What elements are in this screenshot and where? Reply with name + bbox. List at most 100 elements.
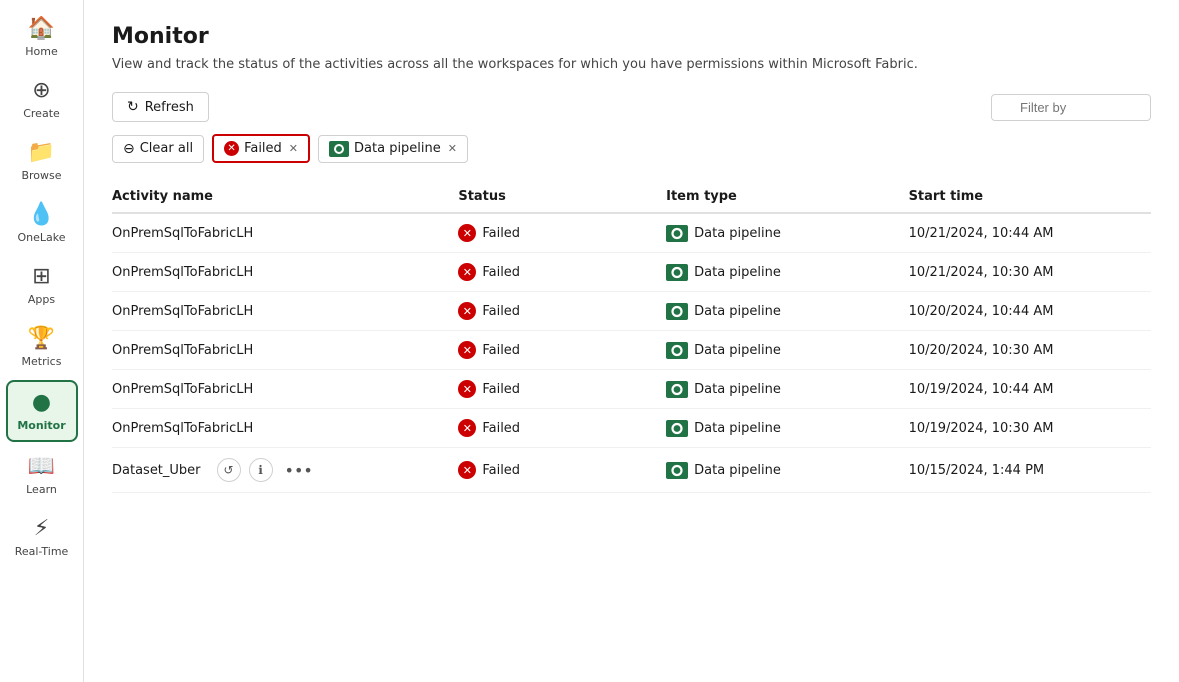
item-type-cell: Data pipeline [666, 225, 908, 242]
activity-name-cell: OnPremSqlToFabricLH [112, 265, 458, 280]
start-time: 10/19/2024, 10:30 AM [909, 421, 1151, 436]
status-cell: ✕ Failed [458, 302, 666, 320]
failed-filter-chip[interactable]: ✕ Failed ✕ [212, 134, 310, 163]
item-type-label: Data pipeline [694, 226, 781, 241]
create-icon: ⊕ [32, 78, 50, 103]
failed-chip-close[interactable]: ✕ [289, 142, 298, 155]
item-type-cell: Data pipeline [666, 303, 908, 320]
clear-all-chip[interactable]: ⊖ Clear all [112, 135, 204, 163]
activity-name: OnPremSqlToFabricLH [112, 343, 253, 358]
item-type-label: Data pipeline [694, 265, 781, 280]
sidebar-item-monitor[interactable]: ● Monitor [6, 380, 78, 442]
start-time: 10/19/2024, 10:44 AM [909, 382, 1151, 397]
clear-all-label: Clear all [140, 141, 193, 156]
filter-search-input[interactable] [991, 94, 1151, 121]
table-header: Activity name Status Item type Start tim… [112, 181, 1151, 214]
activity-name: Dataset_Uber [112, 463, 201, 478]
item-type-cell: Data pipeline [666, 342, 908, 359]
item-type-label: Data pipeline [694, 382, 781, 397]
row-rerun-button[interactable]: ↺ [217, 458, 241, 482]
sidebar-label-browse: Browse [21, 169, 61, 182]
activity-name-cell: Dataset_Uber ↺ ℹ ••• [112, 458, 458, 482]
refresh-label: Refresh [145, 100, 194, 115]
activity-name: OnPremSqlToFabricLH [112, 382, 253, 397]
status-failed-icon: ✕ [458, 380, 476, 398]
status-label: Failed [482, 343, 520, 358]
status-failed-icon: ✕ [458, 341, 476, 359]
data-pipeline-chip-icon [329, 141, 349, 157]
refresh-button[interactable]: ↻ Refresh [112, 92, 209, 122]
table-row: OnPremSqlToFabricLH ✕ Failed Data pipeli… [112, 331, 1151, 370]
row-more-button[interactable]: ••• [281, 459, 317, 482]
status-failed-icon: ✕ [458, 263, 476, 281]
item-type-label: Data pipeline [694, 304, 781, 319]
start-time: 10/21/2024, 10:44 AM [909, 226, 1151, 241]
filter-search-wrap: 🔍 [991, 94, 1151, 121]
sidebar-label-home: Home [25, 45, 57, 58]
start-time: 10/20/2024, 10:30 AM [909, 343, 1151, 358]
sidebar-item-metrics[interactable]: 🏆 Metrics [6, 318, 78, 376]
sidebar-item-home[interactable]: 🏠 Home [6, 8, 78, 66]
status-failed-icon: ✕ [458, 419, 476, 437]
status-failed-icon: ✕ [458, 461, 476, 479]
filter-bar: ⊖ Clear all ✕ Failed ✕ Data pipeline ✕ [112, 134, 1151, 163]
data-pipeline-icon [666, 303, 688, 320]
start-time: 10/20/2024, 10:44 AM [909, 304, 1151, 319]
sidebar-item-create[interactable]: ⊕ Create [6, 70, 78, 128]
start-time: 10/15/2024, 1:44 PM [909, 463, 1151, 478]
table-row: OnPremSqlToFabricLH ✕ Failed Data pipeli… [112, 292, 1151, 331]
start-time: 10/21/2024, 10:30 AM [909, 265, 1151, 280]
monitor-icon: ● [32, 390, 51, 415]
activity-name-cell: OnPremSqlToFabricLH [112, 421, 458, 436]
sidebar-label-learn: Learn [26, 483, 57, 496]
item-type-cell: Data pipeline [666, 420, 908, 437]
onelake-icon: 💧 [28, 202, 55, 227]
table-row: Dataset_Uber ↺ ℹ ••• ✕ Failed Data pipel… [112, 448, 1151, 493]
toolbar: ↻ Refresh 🔍 [112, 92, 1151, 122]
sidebar-item-onelake[interactable]: 💧 OneLake [6, 194, 78, 252]
activity-name-cell: OnPremSqlToFabricLH [112, 382, 458, 397]
data-pipeline-filter-chip[interactable]: Data pipeline ✕ [318, 135, 468, 163]
sidebar-item-realtime[interactable]: ⚡ Real-Time [6, 508, 78, 566]
activity-name: OnPremSqlToFabricLH [112, 304, 253, 319]
data-pipeline-icon [666, 342, 688, 359]
col-status: Status [458, 189, 666, 204]
table-row: OnPremSqlToFabricLH ✕ Failed Data pipeli… [112, 253, 1151, 292]
apps-icon: ⊞ [32, 264, 50, 289]
status-failed-icon: ✕ [458, 224, 476, 242]
sidebar-item-apps[interactable]: ⊞ Apps [6, 256, 78, 314]
status-cell: ✕ Failed [458, 263, 666, 281]
sidebar-label-monitor: Monitor [17, 419, 65, 432]
table-row: OnPremSqlToFabricLH ✕ Failed Data pipeli… [112, 370, 1151, 409]
data-pipeline-icon [666, 462, 688, 479]
clear-all-icon: ⊖ [123, 141, 135, 157]
data-pipeline-icon [666, 381, 688, 398]
sidebar: 🏠 Home ⊕ Create 📁 Browse 💧 OneLake ⊞ App… [0, 0, 84, 682]
status-label: Failed [482, 421, 520, 436]
table-body: OnPremSqlToFabricLH ✕ Failed Data pipeli… [112, 214, 1151, 493]
status-failed-icon: ✕ [458, 302, 476, 320]
data-pipeline-icon [666, 264, 688, 281]
table-row: OnPremSqlToFabricLH ✕ Failed Data pipeli… [112, 409, 1151, 448]
sidebar-item-browse[interactable]: 📁 Browse [6, 132, 78, 190]
sidebar-label-onelake: OneLake [17, 231, 65, 244]
status-cell: ✕ Failed [458, 341, 666, 359]
activity-name-cell: OnPremSqlToFabricLH [112, 226, 458, 241]
activity-name-cell: OnPremSqlToFabricLH [112, 343, 458, 358]
realtime-icon: ⚡ [34, 516, 49, 541]
status-label: Failed [482, 265, 520, 280]
sidebar-label-create: Create [23, 107, 60, 120]
item-type-cell: Data pipeline [666, 381, 908, 398]
data-pipeline-icon [666, 225, 688, 242]
activity-name-cell: OnPremSqlToFabricLH [112, 304, 458, 319]
home-icon: 🏠 [28, 16, 55, 41]
sidebar-label-apps: Apps [28, 293, 55, 306]
data-pipeline-chip-close[interactable]: ✕ [448, 142, 457, 155]
row-info-button[interactable]: ℹ [249, 458, 273, 482]
activity-name: OnPremSqlToFabricLH [112, 421, 253, 436]
activity-name: OnPremSqlToFabricLH [112, 226, 253, 241]
status-cell: ✕ Failed [458, 419, 666, 437]
item-type-label: Data pipeline [694, 421, 781, 436]
sidebar-item-learn[interactable]: 📖 Learn [6, 446, 78, 504]
status-label: Failed [482, 463, 520, 478]
